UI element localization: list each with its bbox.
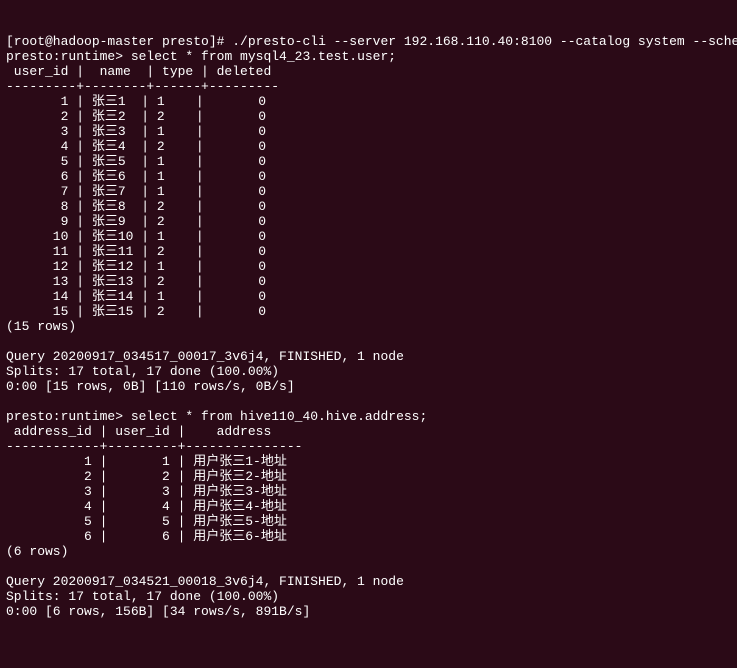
query1-header-row: user_id | name | type | deleted bbox=[6, 64, 279, 79]
table-row: 2 | 张三2 | 2 | 0 bbox=[6, 109, 274, 124]
table-row: 1 | 张三1 | 1 | 0 bbox=[6, 94, 274, 109]
shell-prompt: [root@hadoop-master presto]# bbox=[6, 34, 232, 49]
table-row: 5 | 张三5 | 1 | 0 bbox=[6, 154, 274, 169]
query2-header-row: address_id | user_id | address bbox=[6, 424, 302, 439]
table-row: 12 | 张三12 | 1 | 0 bbox=[6, 259, 274, 274]
query2-separator: ------------+---------+--------------- bbox=[6, 439, 302, 454]
table-row: 9 | 张三9 | 2 | 0 bbox=[6, 214, 274, 229]
query1-rowcount: (15 rows) bbox=[6, 319, 76, 334]
presto-prompt: presto:runtime> bbox=[6, 409, 131, 424]
table-row: 5 | 5 | 用户张三5-地址 bbox=[6, 514, 295, 529]
table-row: 7 | 张三7 | 1 | 0 bbox=[6, 184, 274, 199]
query2-sql: select * from hive110_40.hive.address; bbox=[131, 409, 427, 424]
terminal-output[interactable]: [root@hadoop-master presto]# ./presto-cl… bbox=[6, 34, 731, 619]
table-row: 3 | 3 | 用户张三3-地址 bbox=[6, 484, 295, 499]
table-row: 13 | 张三13 | 2 | 0 bbox=[6, 274, 274, 289]
presto-prompt: presto:runtime> bbox=[6, 49, 131, 64]
shell-command: ./presto-cli --server 192.168.110.40:810… bbox=[232, 34, 737, 49]
query1-separator: ---------+--------+------+--------- bbox=[6, 79, 279, 94]
table-row: 1 | 1 | 用户张三1-地址 bbox=[6, 454, 295, 469]
query1-sql: select * from mysql4_23.test.user; bbox=[131, 49, 396, 64]
table-row: 4 | 4 | 用户张三4-地址 bbox=[6, 499, 295, 514]
table-row: 4 | 张三4 | 2 | 0 bbox=[6, 139, 274, 154]
table-row: 15 | 张三15 | 2 | 0 bbox=[6, 304, 274, 319]
query2-summary: Query 20200917_034521_00018_3v6j4, FINIS… bbox=[6, 574, 404, 589]
query1-timing: 0:00 [15 rows, 0B] [110 rows/s, 0B/s] bbox=[6, 379, 295, 394]
query1-summary: Query 20200917_034517_00017_3v6j4, FINIS… bbox=[6, 349, 404, 364]
table-row: 8 | 张三8 | 2 | 0 bbox=[6, 199, 274, 214]
table-row: 3 | 张三3 | 1 | 0 bbox=[6, 124, 274, 139]
query2-timing: 0:00 [6 rows, 156B] [34 rows/s, 891B/s] bbox=[6, 604, 310, 619]
table-row: 6 | 张三6 | 1 | 0 bbox=[6, 169, 274, 184]
table-row: 10 | 张三10 | 1 | 0 bbox=[6, 229, 274, 244]
table-row: 14 | 张三14 | 1 | 0 bbox=[6, 289, 274, 304]
query2-rowcount: (6 rows) bbox=[6, 544, 68, 559]
query1-splits: Splits: 17 total, 17 done (100.00%) bbox=[6, 364, 279, 379]
table-row: 11 | 张三11 | 2 | 0 bbox=[6, 244, 274, 259]
table-row: 6 | 6 | 用户张三6-地址 bbox=[6, 529, 295, 544]
query2-splits: Splits: 17 total, 17 done (100.00%) bbox=[6, 589, 279, 604]
table-row: 2 | 2 | 用户张三2-地址 bbox=[6, 469, 295, 484]
